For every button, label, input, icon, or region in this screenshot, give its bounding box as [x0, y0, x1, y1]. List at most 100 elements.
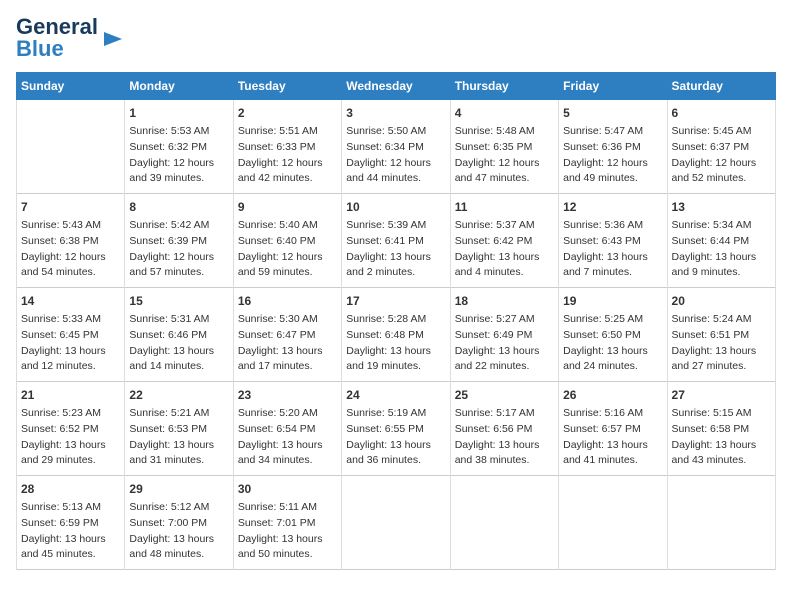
calendar-cell: 10Sunrise: 5:39 AM Sunset: 6:41 PM Dayli… [342, 194, 450, 288]
calendar-cell: 25 Sunrise: 5:17 AM Sunset: 6:56 PM Dayli… [450, 382, 558, 476]
cell-info: Sunrise: 5:20 AM Sunset: 6:54 PM Dayligh… [238, 406, 337, 469]
day-number: 11 [455, 198, 554, 216]
day-number: 5 [563, 104, 662, 122]
cell-info: Sunrise: 5:34 AM Sunset: 6:44 PM Dayligh… [672, 218, 771, 281]
logo-arrow-icon [102, 28, 124, 50]
calendar-cell: 23 Sunrise: 5:20 AM Sunset: 6:54 PM Dayli… [233, 382, 341, 476]
weekday-header: Thursday [450, 73, 558, 100]
calendar-cell: 11 Sunrise: 5:37 AM Sunset: 6:42 PM Dayli… [450, 194, 558, 288]
calendar-cell: 7 Sunrise: 5:43 AM Sunset: 6:38 PM Daylig… [17, 194, 125, 288]
calendar-cell: 8 Sunrise: 5:42 AM Sunset: 6:39 PM Daylig… [125, 194, 233, 288]
day-number: 18 [455, 292, 554, 310]
weekday-header: Sunday [17, 73, 125, 100]
day-number: 6 [672, 104, 771, 122]
day-number: 13 [672, 198, 771, 216]
calendar-cell: 20 Sunrise: 5:24 AM Sunset: 6:51 PM Dayli… [667, 288, 775, 382]
calendar-cell [342, 476, 450, 570]
cell-info: Sunrise: 5:36 AM Sunset: 6:43 PM Dayligh… [563, 218, 662, 281]
weekday-header: Monday [125, 73, 233, 100]
cell-info: Sunrise: 5:12 AM Sunset: 7:00 PM Dayligh… [129, 500, 228, 563]
cell-info: Sunrise: 5:13 AM Sunset: 6:59 PM Dayligh… [21, 500, 120, 563]
cell-info: Sunrise: 5:21 AM Sunset: 6:53 PM Dayligh… [129, 406, 228, 469]
day-number: 21 [21, 386, 120, 404]
calendar-cell: 27Sunrise: 5:15 AM Sunset: 6:58 PM Dayli… [667, 382, 775, 476]
cell-info: Sunrise: 5:43 AM Sunset: 6:38 PM Dayligh… [21, 218, 120, 281]
day-number: 7 [21, 198, 120, 216]
calendar-cell [667, 476, 775, 570]
day-number: 20 [672, 292, 771, 310]
day-number: 10 [346, 198, 445, 216]
weekday-header: Friday [559, 73, 667, 100]
calendar-cell: 15 Sunrise: 5:31 AM Sunset: 6:46 PM Dayli… [125, 288, 233, 382]
day-number: 15 [129, 292, 228, 310]
calendar-cell: 3Sunrise: 5:50 AM Sunset: 6:34 PM Daylig… [342, 100, 450, 194]
calendar-week-row: 14 Sunrise: 5:33 AM Sunset: 6:45 PM Dayli… [17, 288, 776, 382]
day-number: 8 [129, 198, 228, 216]
calendar-cell: 17 Sunrise: 5:28 AM Sunset: 6:48 PM Dayli… [342, 288, 450, 382]
cell-info: Sunrise: 5:53 AM Sunset: 6:32 PM Dayligh… [129, 124, 228, 187]
calendar-cell: 22Sunrise: 5:21 AM Sunset: 6:53 PM Dayli… [125, 382, 233, 476]
calendar-cell: 29 Sunrise: 5:12 AM Sunset: 7:00 PM Dayli… [125, 476, 233, 570]
cell-info: Sunrise: 5:24 AM Sunset: 6:51 PM Dayligh… [672, 312, 771, 375]
cell-info: Sunrise: 5:47 AM Sunset: 6:36 PM Dayligh… [563, 124, 662, 187]
cell-info: Sunrise: 5:23 AM Sunset: 6:52 PM Dayligh… [21, 406, 120, 469]
cell-info: Sunrise: 5:42 AM Sunset: 6:39 PM Dayligh… [129, 218, 228, 281]
day-number: 25 [455, 386, 554, 404]
calendar-header-row: SundayMondayTuesdayWednesdayThursdayFrid… [17, 73, 776, 100]
calendar-cell: 13 Sunrise: 5:34 AM Sunset: 6:44 PM Dayli… [667, 194, 775, 288]
day-number: 14 [21, 292, 120, 310]
cell-info: Sunrise: 5:37 AM Sunset: 6:42 PM Dayligh… [455, 218, 554, 281]
day-number: 16 [238, 292, 337, 310]
cell-info: Sunrise: 5:45 AM Sunset: 6:37 PM Dayligh… [672, 124, 771, 187]
calendar-cell: 16 Sunrise: 5:30 AM Sunset: 6:47 PM Dayli… [233, 288, 341, 382]
cell-info: Sunrise: 5:28 AM Sunset: 6:48 PM Dayligh… [346, 312, 445, 375]
cell-info: Sunrise: 5:19 AM Sunset: 6:55 PM Dayligh… [346, 406, 445, 469]
day-number: 12 [563, 198, 662, 216]
logo-text: General Blue [16, 16, 98, 60]
calendar-cell: 24 Sunrise: 5:19 AM Sunset: 6:55 PM Dayli… [342, 382, 450, 476]
calendar-cell: 26 Sunrise: 5:16 AM Sunset: 6:57 PM Dayli… [559, 382, 667, 476]
cell-info: Sunrise: 5:30 AM Sunset: 6:47 PM Dayligh… [238, 312, 337, 375]
logo-blue: Blue [16, 36, 64, 61]
logo: General Blue [16, 16, 124, 60]
weekday-header: Saturday [667, 73, 775, 100]
calendar-cell: 6 Sunrise: 5:45 AM Sunset: 6:37 PM Daylig… [667, 100, 775, 194]
calendar-cell [559, 476, 667, 570]
day-number: 23 [238, 386, 337, 404]
calendar-week-row: 21 Sunrise: 5:23 AM Sunset: 6:52 PM Dayli… [17, 382, 776, 476]
calendar-cell: 4 Sunrise: 5:48 AM Sunset: 6:35 PM Daylig… [450, 100, 558, 194]
day-number: 24 [346, 386, 445, 404]
calendar-cell [17, 100, 125, 194]
cell-info: Sunrise: 5:40 AM Sunset: 6:40 PM Dayligh… [238, 218, 337, 281]
cell-info: Sunrise: 5:48 AM Sunset: 6:35 PM Dayligh… [455, 124, 554, 187]
day-number: 17 [346, 292, 445, 310]
calendar-week-row: 1 Sunrise: 5:53 AM Sunset: 6:32 PM Daylig… [17, 100, 776, 194]
cell-info: Sunrise: 5:15 AM Sunset: 6:58 PM Dayligh… [672, 406, 771, 469]
calendar-cell: 30Sunrise: 5:11 AM Sunset: 7:01 PM Dayli… [233, 476, 341, 570]
calendar-cell: 18 Sunrise: 5:27 AM Sunset: 6:49 PM Dayli… [450, 288, 558, 382]
day-number: 9 [238, 198, 337, 216]
cell-info: Sunrise: 5:25 AM Sunset: 6:50 PM Dayligh… [563, 312, 662, 375]
calendar-cell: 5 Sunrise: 5:47 AM Sunset: 6:36 PM Daylig… [559, 100, 667, 194]
calendar-cell: 14 Sunrise: 5:33 AM Sunset: 6:45 PM Dayli… [17, 288, 125, 382]
weekday-header: Wednesday [342, 73, 450, 100]
calendar-cell: 12 Sunrise: 5:36 AM Sunset: 6:43 PM Dayli… [559, 194, 667, 288]
day-number: 4 [455, 104, 554, 122]
cell-info: Sunrise: 5:33 AM Sunset: 6:45 PM Dayligh… [21, 312, 120, 375]
day-number: 1 [129, 104, 228, 122]
calendar-week-row: 28 Sunrise: 5:13 AM Sunset: 6:59 PM Dayli… [17, 476, 776, 570]
calendar-cell: 19Sunrise: 5:25 AM Sunset: 6:50 PM Dayli… [559, 288, 667, 382]
day-number: 26 [563, 386, 662, 404]
cell-info: Sunrise: 5:27 AM Sunset: 6:49 PM Dayligh… [455, 312, 554, 375]
cell-info: Sunrise: 5:31 AM Sunset: 6:46 PM Dayligh… [129, 312, 228, 375]
calendar-cell: 1 Sunrise: 5:53 AM Sunset: 6:32 PM Daylig… [125, 100, 233, 194]
page-header: General Blue [16, 16, 776, 60]
cell-info: Sunrise: 5:16 AM Sunset: 6:57 PM Dayligh… [563, 406, 662, 469]
cell-info: Sunrise: 5:50 AM Sunset: 6:34 PM Dayligh… [346, 124, 445, 187]
day-number: 29 [129, 480, 228, 498]
cell-info: Sunrise: 5:17 AM Sunset: 6:56 PM Dayligh… [455, 406, 554, 469]
day-number: 30 [238, 480, 337, 498]
calendar-cell: 9 Sunrise: 5:40 AM Sunset: 6:40 PM Daylig… [233, 194, 341, 288]
calendar-cell [450, 476, 558, 570]
day-number: 28 [21, 480, 120, 498]
